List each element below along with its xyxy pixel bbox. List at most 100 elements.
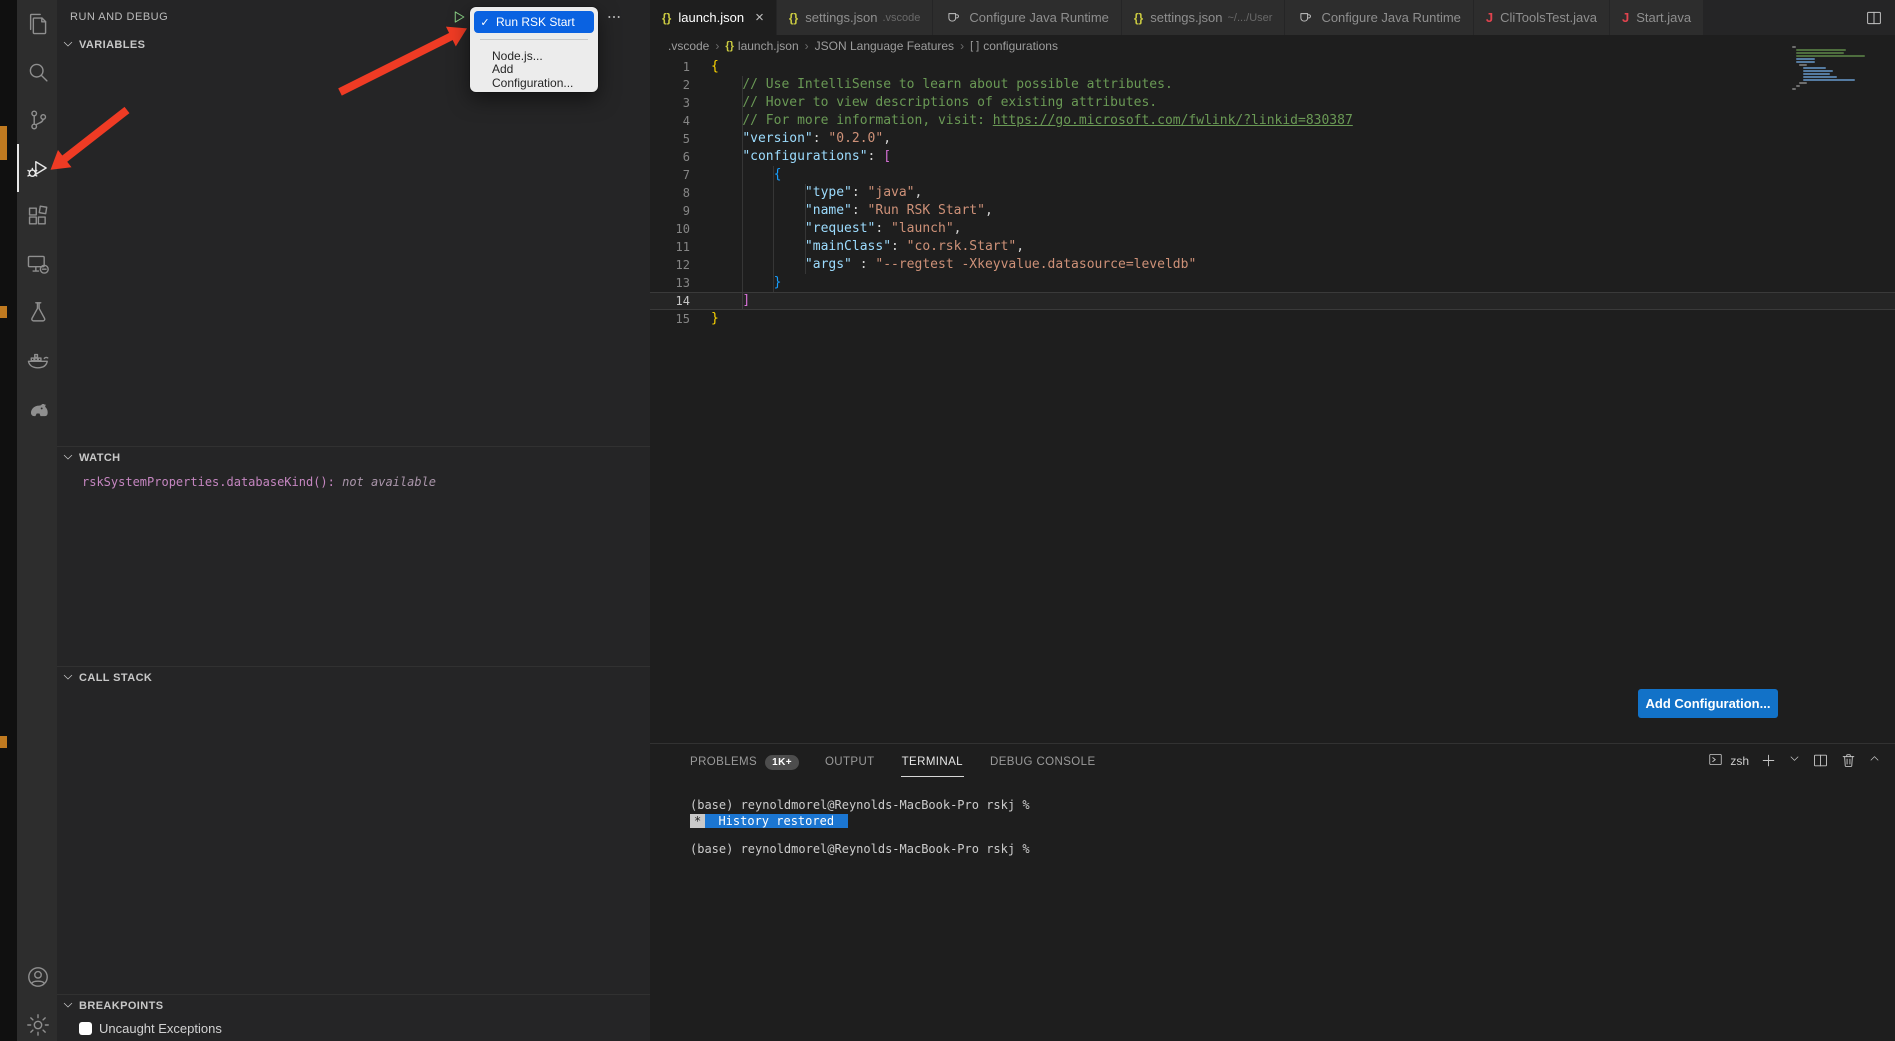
tab-label: Configure Java Runtime [969, 10, 1108, 25]
settings-icon [25, 1012, 51, 1038]
code-line-8: 8 "type": "java", [650, 184, 1895, 202]
code-editor[interactable]: 1{2 // Use IntelliSense to learn about p… [650, 57, 1895, 743]
chevron-down-icon [61, 998, 75, 1012]
tab-start-java[interactable]: JStart.java [1610, 0, 1704, 35]
terminal-line: (base) reynoldmorel@Reynolds-MacBook-Pro… [690, 841, 1895, 857]
tab-launch-json[interactable]: {}launch.json× [650, 0, 777, 35]
terminal-output[interactable]: (base) reynoldmorel@Reynolds-MacBook-Pro… [690, 797, 1895, 857]
activity-item-settings[interactable] [17, 1001, 57, 1041]
section-call-stack: CALL STACK [57, 666, 650, 994]
section-header-breakpoints[interactable]: BREAKPOINTS [57, 995, 650, 1017]
breadcrumb-separator: › [713, 39, 721, 53]
line-number: 15 [650, 310, 690, 328]
shell-selector[interactable]: zsh [1708, 752, 1749, 769]
close-icon[interactable]: × [755, 10, 764, 25]
activity-item-docker[interactable] [17, 336, 57, 384]
line-number: 3 [650, 94, 690, 112]
add-configuration-button[interactable]: Add Configuration... [1638, 689, 1778, 718]
code-line-10: 10 "request": "launch", [650, 220, 1895, 238]
trash-icon[interactable] [1840, 752, 1857, 769]
remote-explorer-icon [25, 251, 51, 277]
activity-item-explorer[interactable] [17, 0, 57, 48]
checkmark-icon: ✓ [474, 16, 496, 29]
line-content: } [711, 310, 719, 328]
section-header-watch[interactable]: WATCH [57, 447, 650, 469]
panel-tab-terminal[interactable]: TERMINAL [901, 744, 964, 780]
more-icon [606, 9, 622, 25]
line-number: 1 [650, 58, 690, 76]
activity-item-gradle[interactable] [17, 384, 57, 432]
activity-item-remote-explorer[interactable] [17, 240, 57, 288]
breadcrumb-item[interactable]: {}launch.json [725, 39, 798, 53]
panel-tab-problems[interactable]: PROBLEMS1K+ [690, 744, 799, 780]
java-icon: J [1622, 10, 1629, 25]
line-number: 13 [650, 274, 690, 292]
chevron-up-icon[interactable] [1868, 752, 1881, 769]
menu-item-add-configuration[interactable]: Add Configuration... [470, 66, 598, 86]
section-header-call-stack[interactable]: CALL STACK [57, 667, 650, 689]
chevron-down-icon [61, 450, 77, 466]
activity-item-source-control[interactable] [17, 96, 57, 144]
uncaught-exceptions-checkbox[interactable] [79, 1022, 92, 1035]
menu-item-run-rsk-start[interactable]: ✓ Run RSK Start [474, 11, 594, 33]
plus-icon[interactable] [1760, 752, 1777, 769]
background-orange-mark [0, 736, 7, 748]
line-content: "type": "java", [711, 184, 922, 202]
chevron-down-icon [61, 670, 77, 686]
section-watch: WATCH rskSystemProperties.databaseKind()… [57, 446, 650, 666]
breadcrumb-item[interactable]: JSON Language Features [815, 39, 954, 53]
line-content: // Use IntelliSense to learn about possi… [711, 76, 1173, 94]
more-icon[interactable] [606, 9, 622, 25]
tab-label: launch.json [678, 10, 744, 25]
panel-tab-debug-console[interactable]: DEBUG CONSOLE [990, 744, 1096, 780]
shell-label: zsh [1730, 754, 1749, 768]
breadcrumb-item[interactable]: .vscode [668, 39, 709, 53]
line-content: "name": "Run RSK Start", [711, 202, 993, 220]
tab-clitoolstest-java[interactable]: JCliToolsTest.java [1474, 0, 1610, 35]
editor-tabbar: {} launch.json × {}settings.json.vscode Conf… [650, 0, 1895, 35]
activity-bar-bottom [17, 953, 57, 1041]
code-line-4: 4 // For more information, visit: https:… [650, 112, 1895, 130]
minimap-line [1796, 61, 1816, 63]
activity-item-testing[interactable] [17, 288, 57, 336]
section-label: BREAKPOINTS [79, 1000, 163, 1012]
tab-settings-json[interactable]: {}settings.json.vscode [777, 0, 934, 35]
code-line-15: 15} [650, 310, 1895, 328]
menu-separator [480, 39, 588, 40]
extensions-icon [25, 203, 51, 229]
testing-icon [25, 299, 51, 325]
activity-item-accounts[interactable] [17, 953, 57, 1001]
line-number: 5 [650, 130, 690, 148]
activity-item-search[interactable] [17, 48, 57, 96]
line-number: 10 [650, 220, 690, 238]
bottom-panel: PROBLEMS1K+ OUTPUT TERMINAL DEBUG CONSOLE z… [650, 743, 1895, 1041]
tab-configure-java-runtime[interactable]: Configure Java Runtime [933, 0, 1121, 35]
minimap-line [1803, 76, 1837, 78]
code-line-7: 7 { [650, 166, 1895, 184]
search-icon [25, 59, 51, 85]
chevron-down-icon[interactable] [1788, 752, 1801, 769]
tab-configure-java-runtime[interactable]: Configure Java Runtime [1285, 0, 1473, 35]
json-icon: {} [789, 11, 798, 25]
breakpoint-label: Uncaught Exceptions [99, 1021, 222, 1036]
split-editor-icon[interactable] [1865, 9, 1883, 27]
tab-settings-json[interactable]: {}settings.json~/.../User [1122, 0, 1286, 35]
watch-expression-row[interactable]: rskSystemProperties.databaseKind(): not … [82, 475, 650, 489]
section-label: CALL STACK [79, 672, 152, 684]
array-symbol-icon: [ ] [970, 40, 979, 52]
line-content: "args" : "--regtest -Xkeyvalue.datasourc… [711, 256, 1196, 274]
breadcrumb-item[interactable]: [ ]configurations [970, 39, 1058, 53]
chevron-down-icon [1788, 752, 1801, 765]
minimap[interactable] [1792, 46, 1870, 91]
panel-tab-output[interactable]: OUTPUT [825, 744, 875, 780]
debug-sidebar: RUN AND DEBUG VARIABLES WATCH rskSystemP… [57, 0, 650, 1041]
docker-icon [25, 347, 51, 373]
gradle-icon [25, 395, 51, 421]
line-number: 8 [650, 184, 690, 202]
breakpoint-row[interactable]: Uncaught Exceptions [79, 1021, 650, 1036]
section-variables: VARIABLES [57, 34, 650, 446]
cup-icon [1297, 9, 1314, 26]
minimap-line [1796, 58, 1816, 60]
split-icon[interactable] [1812, 752, 1829, 769]
activity-item-extensions[interactable] [17, 192, 57, 240]
